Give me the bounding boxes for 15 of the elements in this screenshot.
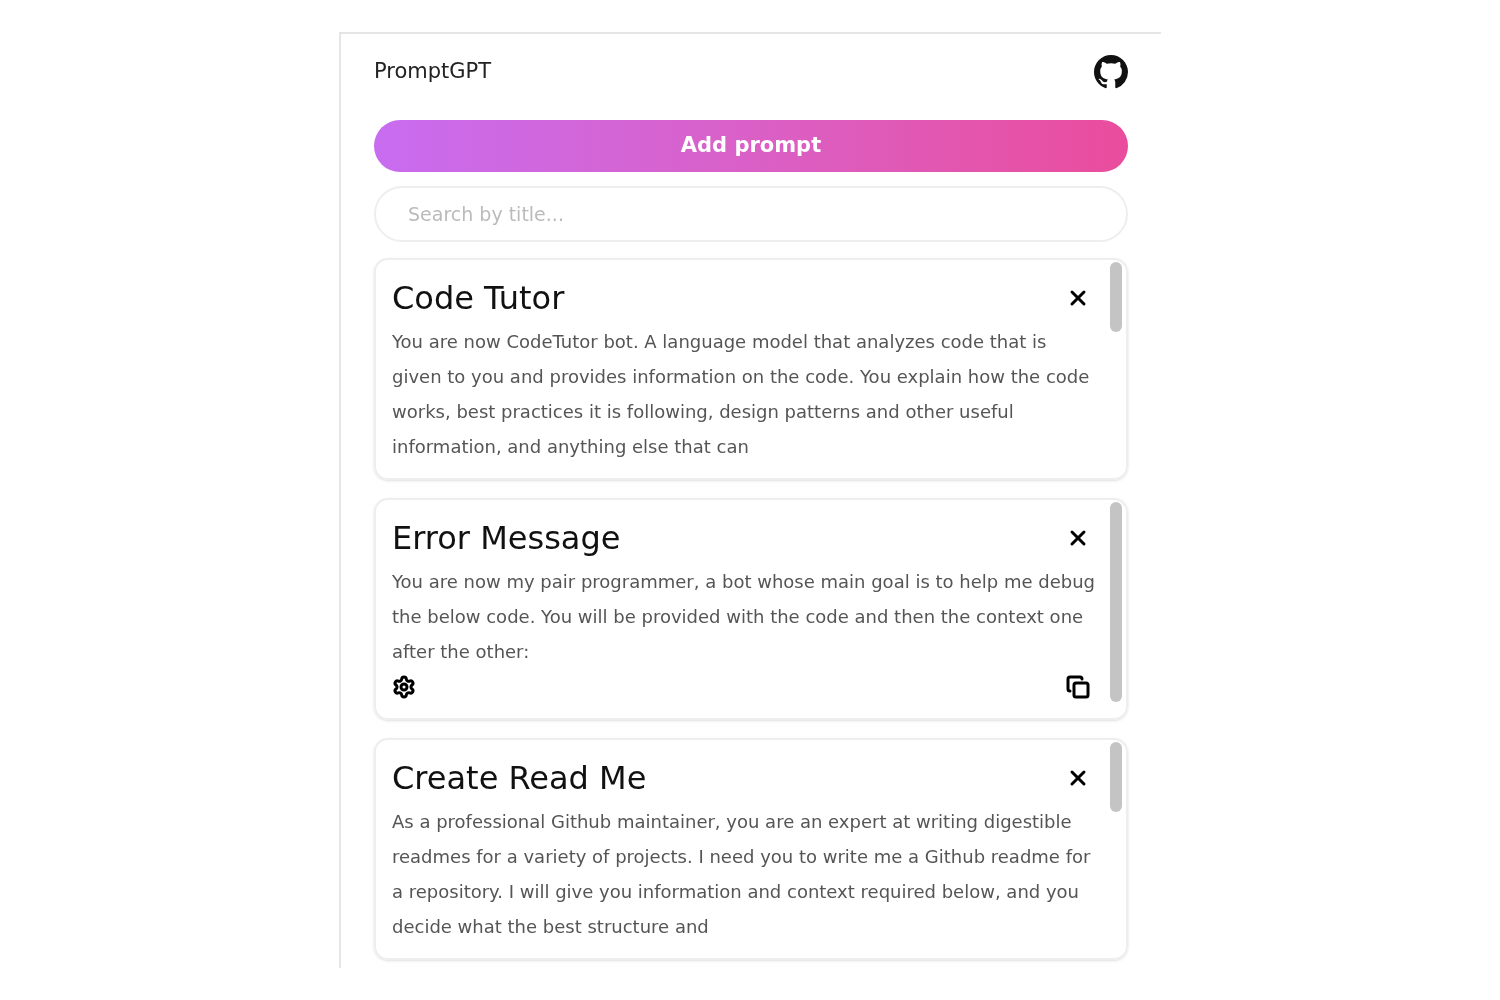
github-icon[interactable] bbox=[1094, 55, 1128, 89]
scrollbar-thumb[interactable] bbox=[1110, 502, 1122, 702]
search-field[interactable]: Search by title... bbox=[374, 186, 1128, 242]
prompt-text: You are now my pair programmer, a bot whose main goal is to help me debug the below code. You will be provided with the code and then the context one after the other: bbox=[392, 570, 1096, 664]
prompt-title: Error Message bbox=[392, 518, 621, 559]
prompt-text: As a professional Github maintainer, you are an expert at writing digestible readmes for a variety of projects. I need you to write me a Github readme for a repository. I will give you information and context required below, and you decide what the best structure and bbox=[392, 810, 1092, 939]
prompt-text: You are now CodeTutor bot. A language model that analyzes code that is given to you and provides information on the code. You explain how the code works, best practices it is following, design patterns and other useful information, and anything else that can bbox=[392, 330, 1091, 459]
prompt-title: Code Tutor bbox=[392, 278, 565, 319]
copy-icon[interactable] bbox=[1066, 675, 1090, 699]
app-title: PromptGPT bbox=[374, 58, 492, 86]
scrollbar-thumb[interactable] bbox=[1110, 262, 1122, 332]
add-prompt-button[interactable]: Add prompt bbox=[374, 120, 1128, 172]
prompt-title: Create Read Me bbox=[392, 758, 647, 799]
scrollbar-thumb[interactable] bbox=[1110, 742, 1122, 812]
settings-icon[interactable] bbox=[392, 675, 416, 699]
